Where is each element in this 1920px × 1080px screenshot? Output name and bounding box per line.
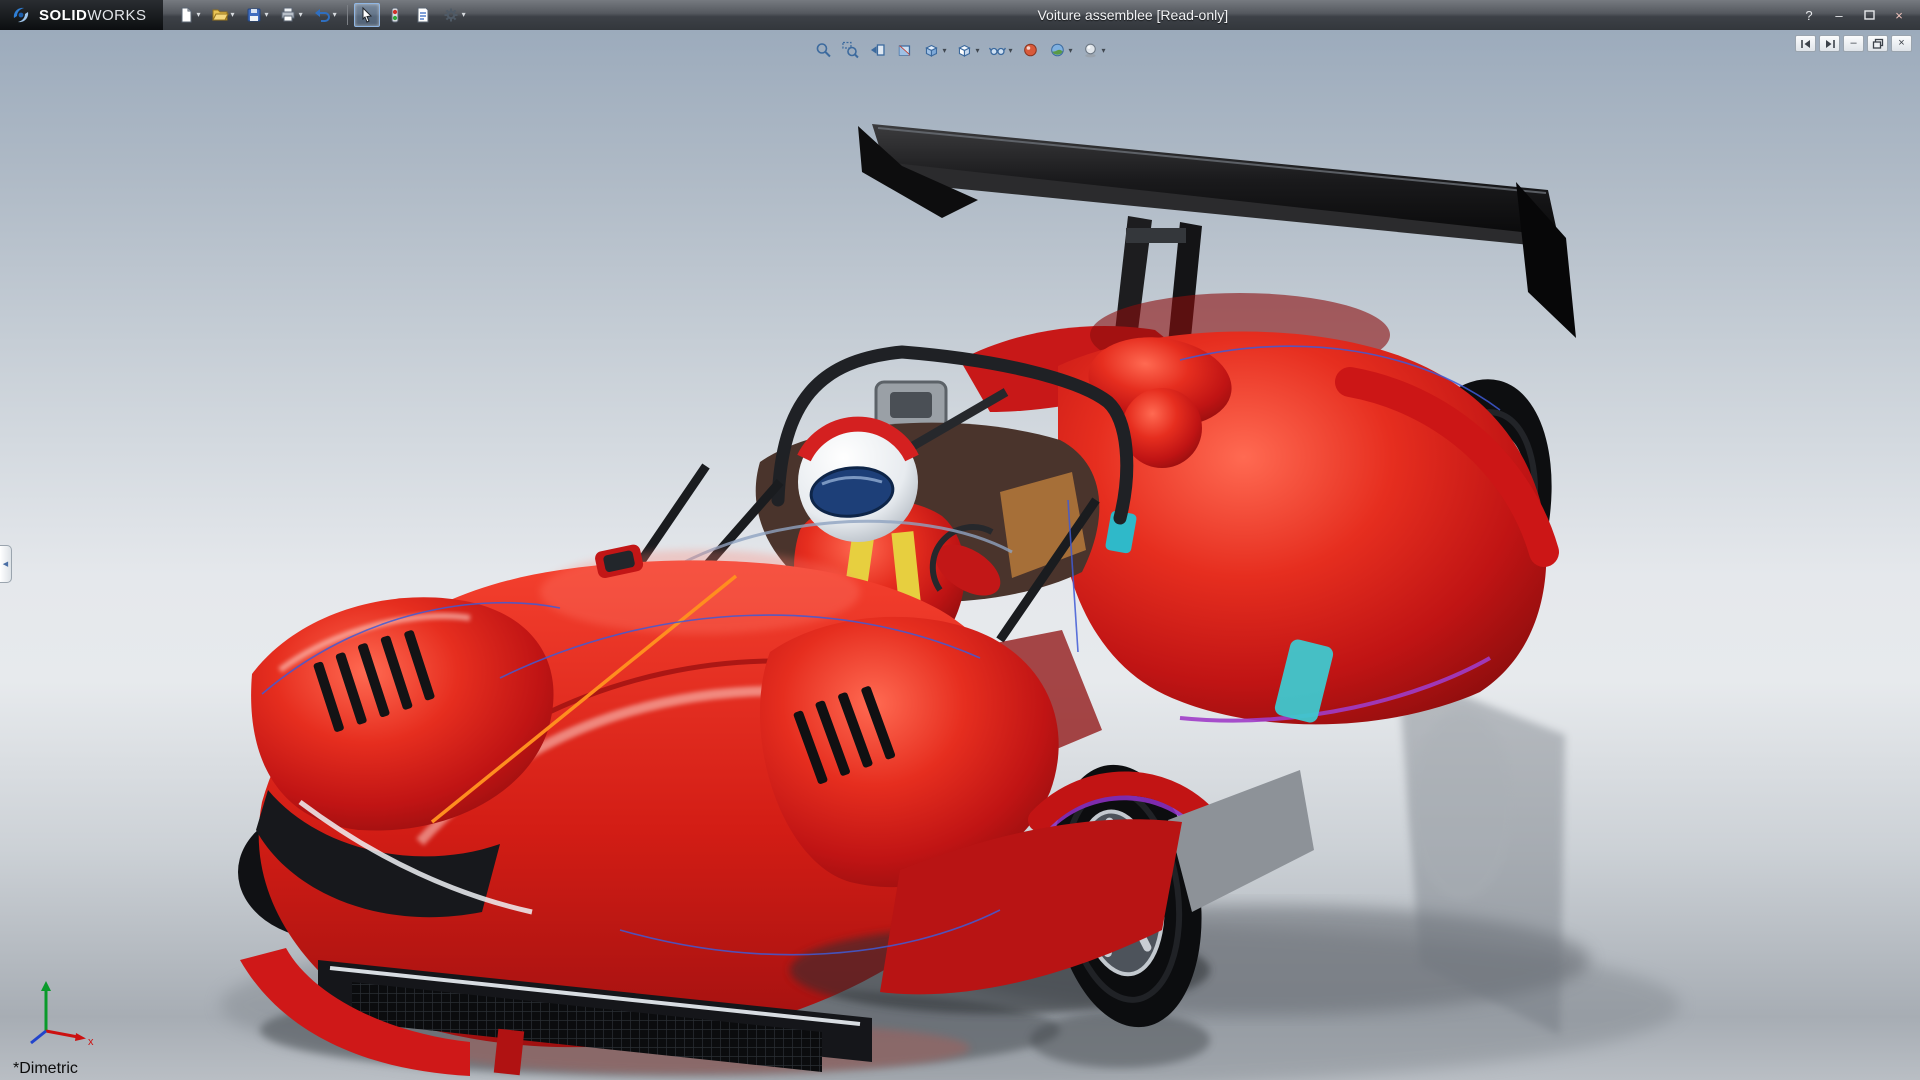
- toolbar-separator: [346, 5, 348, 25]
- minimize-button[interactable]: –: [1826, 6, 1852, 25]
- print-dropdown-caret[interactable]: ▾: [299, 11, 303, 19]
- dassault-3ds-icon: [13, 7, 29, 23]
- help-button[interactable]: ?: [1796, 6, 1822, 25]
- featuremanager-collapse-tab[interactable]: ◀: [0, 545, 12, 583]
- print-icon: [281, 7, 295, 22]
- view-orientation-caret[interactable]: ▾: [942, 46, 946, 55]
- apply-scene-button[interactable]: ▾: [1045, 37, 1077, 63]
- display-style-caret[interactable]: ▾: [975, 46, 979, 55]
- document-title: Voiture assemblee [Read-only]: [1037, 7, 1229, 23]
- hide-show-items-button[interactable]: ▾: [984, 37, 1016, 63]
- undo-dropdown-caret[interactable]: ▾: [333, 11, 337, 19]
- previous-view-icon: [870, 44, 885, 56]
- maximize-button[interactable]: [1856, 6, 1882, 25]
- reference-triad: x: [22, 973, 100, 1052]
- maximize-icon: [1863, 10, 1875, 20]
- zoom-to-area-button[interactable]: [837, 37, 863, 63]
- previous-view-button[interactable]: [864, 37, 890, 63]
- titlebar: SOLIDWORKS ▾ ▾ ▾ ▾ ▾ ▾ Voiture assemblee…: [0, 0, 1920, 30]
- pane-next-button[interactable]: [1819, 35, 1840, 52]
- doc-minimize-button[interactable]: –: [1843, 35, 1864, 52]
- hide-show-caret[interactable]: ▾: [1008, 46, 1012, 55]
- select-cursor-icon: [362, 6, 372, 23]
- doc-restore-icon: [1872, 38, 1883, 49]
- options-gear-icon: [444, 8, 458, 22]
- print-button[interactable]: ▾: [275, 3, 307, 27]
- new-dropdown-caret[interactable]: ▾: [197, 11, 201, 19]
- options-dropdown-caret[interactable]: ▾: [462, 11, 466, 19]
- rebuild-stoplight-icon: [391, 7, 399, 23]
- window-controls: ? – ×: [1796, 6, 1920, 25]
- file-properties-button[interactable]: [410, 3, 436, 27]
- graphics-area[interactable]: ▾ ▾ ▾ ▾ ▾ – × ◀ x *Dimetric: [0, 30, 1920, 1080]
- pane-next-icon: [1825, 39, 1835, 48]
- new-button[interactable]: ▾: [173, 3, 205, 27]
- save-button[interactable]: ▾: [241, 3, 273, 27]
- section-view-icon: [898, 45, 911, 56]
- zoom-to-fit-button[interactable]: [810, 37, 836, 63]
- zoom-to-area-icon: [842, 41, 859, 59]
- open-dropdown-caret[interactable]: ▾: [231, 11, 235, 19]
- pane-previous-button[interactable]: [1795, 35, 1816, 52]
- document-window-controls: – ×: [1795, 35, 1912, 52]
- apply-scene-icon: [1051, 43, 1064, 57]
- view-settings-icon: [1085, 43, 1096, 58]
- app-logo-text: SOLIDWORKS: [39, 6, 147, 24]
- view-orientation-label: *Dimetric: [13, 1060, 78, 1077]
- options-button[interactable]: ▾: [438, 3, 470, 27]
- standard-toolbar: ▾ ▾ ▾ ▾ ▾ ▾: [173, 3, 470, 27]
- section-view-button[interactable]: [891, 37, 917, 63]
- save-dropdown-caret[interactable]: ▾: [265, 11, 269, 19]
- apply-scene-caret[interactable]: ▾: [1069, 46, 1073, 55]
- x-axis: [45, 1029, 79, 1039]
- file-properties-icon: [417, 7, 429, 23]
- car-model[interactable]: [0, 30, 1920, 1080]
- app-logo: SOLIDWORKS: [0, 0, 163, 30]
- select-button[interactable]: [353, 3, 380, 27]
- edit-appearance-button[interactable]: [1018, 37, 1044, 63]
- edit-appearance-sphere-icon: [1024, 43, 1037, 57]
- zoom-to-fit-icon: [816, 43, 831, 58]
- z-axis: [30, 1029, 47, 1045]
- close-button[interactable]: ×: [1886, 6, 1912, 25]
- undo-button[interactable]: ▾: [309, 3, 341, 27]
- hide-show-glasses-icon: [988, 47, 1007, 56]
- x-axis-label: x: [88, 1036, 94, 1047]
- headsup-view-toolbar: ▾ ▾ ▾ ▾ ▾: [810, 37, 1109, 63]
- view-orientation-button[interactable]: ▾: [918, 37, 950, 63]
- pane-previous-icon: [1800, 39, 1810, 48]
- collapse-arrow-icon: ◀: [2, 561, 9, 568]
- view-orientation-cube-icon: [925, 44, 938, 57]
- new-document-icon: [181, 7, 192, 23]
- doc-close-button[interactable]: ×: [1891, 35, 1912, 52]
- view-settings-caret[interactable]: ▾: [1102, 46, 1106, 55]
- rebuild-button[interactable]: [382, 3, 408, 27]
- open-folder-icon: [211, 9, 229, 21]
- display-style-button[interactable]: ▾: [951, 37, 983, 63]
- undo-arrow-icon: [314, 9, 330, 22]
- view-settings-button[interactable]: ▾: [1078, 37, 1110, 63]
- save-floppy-icon: [247, 8, 261, 22]
- display-style-icon: [958, 44, 971, 57]
- doc-restore-button[interactable]: [1867, 35, 1888, 52]
- open-button[interactable]: ▾: [207, 3, 239, 27]
